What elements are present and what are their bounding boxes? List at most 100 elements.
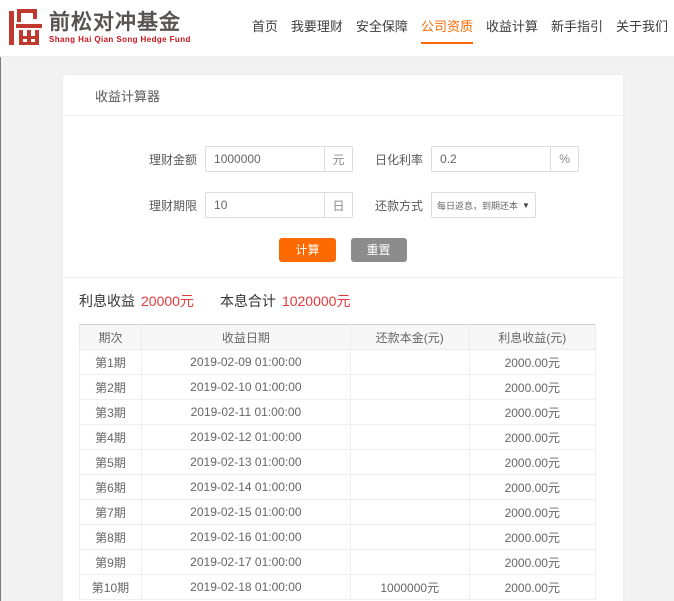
table-cell: 第10期 [79, 574, 142, 600]
table-row: 第7期 2019-02-15 01:00:00 2000.00元 [79, 499, 597, 525]
page-body: 收益计算器 理财金额 元 日化利率 % [0, 57, 674, 601]
table-cell: 2019-02-17 01:00:00 [140, 549, 351, 575]
schedule-table-body: 第1期 2019-02-09 01:00:00 2000.00元 第2期 2019-02… [79, 349, 597, 600]
header-principal: 还款本金(元) [349, 324, 470, 350]
table-cell: 2000.00元 [468, 549, 597, 575]
table-row: 第8期 2019-02-16 01:00:00 2000.00元 [79, 524, 597, 550]
table-cell [349, 349, 470, 375]
form-row-2: 理财期限 日 还款方式 每日返息，到期还本 ▼ [149, 192, 623, 218]
brand-title: 前松对冲基金 [49, 11, 181, 34]
nav-item-about-us[interactable]: 关于我们 [616, 16, 668, 44]
nav-item-home[interactable]: 首页 [252, 16, 278, 44]
table-cell: 2000.00元 [468, 574, 597, 600]
table-cell: 第8期 [79, 524, 142, 550]
table-row: 第1期 2019-02-09 01:00:00 2000.00元 [79, 349, 597, 375]
calculate-button[interactable]: 计算 [279, 238, 336, 262]
table-cell: 第2期 [79, 374, 142, 400]
reset-button[interactable]: 重置 [350, 238, 407, 262]
brand-seal-icon [9, 9, 42, 45]
table-cell: 2000.00元 [468, 449, 597, 475]
header-period: 期次 [79, 324, 142, 350]
table-row: 第10期 2019-02-18 01:00:00 1000000元 2000.00元 [79, 574, 597, 600]
table-row: 第6期 2019-02-14 01:00:00 2000.00元 [79, 474, 597, 500]
repay-method-select[interactable]: 每日返息，到期还本 ▼ [431, 192, 536, 218]
brand-logo[interactable]: 前松对冲基金 Shang Hai Qian Song Hedge Fund [8, 8, 191, 48]
site-header: 前松对冲基金 Shang Hai Qian Song Hedge Fund 首页… [0, 0, 674, 57]
amount-unit: 元 [324, 147, 353, 171]
table-row: 第5期 2019-02-13 01:00:00 2000.00元 [79, 449, 597, 475]
table-cell: 2019-02-09 01:00:00 [140, 349, 351, 375]
table-cell: 2000.00元 [468, 399, 597, 425]
total-label: 本息合计 [219, 293, 276, 309]
table-cell [349, 374, 470, 400]
table-cell: 第6期 [79, 474, 142, 500]
table-row: 第2期 2019-02-10 01:00:00 2000.00元 [79, 374, 597, 400]
period-unit: 日 [324, 193, 353, 217]
table-cell: 1000000元 [349, 574, 470, 600]
brand-text: 前松对冲基金 Shang Hai Qian Song Hedge Fund [49, 12, 191, 44]
nav-item-invest[interactable]: 我要理财 [291, 16, 343, 44]
period-field: 理财期限 日 [149, 192, 354, 218]
table-cell: 2019-02-10 01:00:00 [140, 374, 351, 400]
period-input[interactable] [206, 193, 325, 217]
table-cell: 2000.00元 [468, 424, 597, 450]
calculator-form: 理财金额 元 日化利率 % 理财期限 [63, 116, 623, 278]
table-row: 第9期 2019-02-17 01:00:00 2000.00元 [79, 549, 597, 575]
table-cell [349, 424, 470, 450]
table-cell: 2000.00元 [468, 349, 597, 375]
repayment-schedule-table: 期次 收益日期 还款本金(元) 利息收益(元) 第1期 2019-02-09 01… [79, 324, 597, 600]
interest-result: 利息收益 20000元 [79, 291, 194, 311]
header-date: 收益日期 [140, 324, 351, 350]
table-cell: 2000.00元 [468, 524, 597, 550]
calculator-panel: 收益计算器 理财金额 元 日化利率 % [63, 75, 623, 601]
interest-value: 20000元 [141, 293, 194, 309]
table-cell: 第4期 [79, 424, 142, 450]
nav-item-profit-calc[interactable]: 收益计算 [486, 16, 538, 44]
header-interest: 利息收益(元) [468, 324, 597, 350]
nav-item-security[interactable]: 安全保障 [356, 16, 408, 44]
table-cell [349, 524, 470, 550]
amount-label: 理财金额 [149, 152, 198, 167]
table-cell: 2019-02-11 01:00:00 [140, 399, 351, 425]
amount-field: 理财金额 元 [149, 146, 354, 172]
chevron-down-icon: ▼ [522, 200, 530, 210]
table-cell: 2000.00元 [468, 374, 597, 400]
table-cell [349, 549, 470, 575]
table-cell [349, 474, 470, 500]
brand-subtitle: Shang Hai Qian Song Hedge Fund [49, 35, 191, 44]
table-cell: 第3期 [79, 399, 142, 425]
amount-input[interactable] [206, 147, 325, 171]
table-row: 第3期 2019-02-11 01:00:00 2000.00元 [79, 399, 597, 425]
repay-label: 还款方式 [375, 198, 424, 213]
table-cell [349, 399, 470, 425]
table-cell: 第7期 [79, 499, 142, 525]
total-value: 1020000元 [281, 293, 351, 309]
total-result: 本息合计 1020000元 [220, 291, 351, 311]
table-cell: 第9期 [79, 549, 142, 575]
repay-field: 还款方式 每日返息，到期还本 ▼ [375, 192, 536, 218]
table-cell: 2019-02-12 01:00:00 [140, 424, 351, 450]
table-cell: 第1期 [79, 349, 142, 375]
table-cell [349, 499, 470, 525]
rate-input[interactable] [432, 147, 551, 171]
table-cell: 2019-02-13 01:00:00 [140, 449, 351, 475]
rate-field: 日化利率 % [375, 146, 580, 172]
table-cell: 2000.00元 [468, 474, 597, 500]
table-cell: 2019-02-14 01:00:00 [140, 474, 351, 500]
rate-unit: % [550, 147, 579, 171]
table-header-row: 期次 收益日期 还款本金(元) 利息收益(元) [79, 324, 597, 350]
table-cell: 第5期 [79, 449, 142, 475]
period-label: 理财期限 [149, 198, 198, 213]
results-summary: 利息收益 20000元 本息合计 1020000元 [63, 278, 623, 322]
button-row: 计算 重置 [63, 238, 623, 262]
interest-label: 利息收益 [79, 293, 135, 309]
repay-method-value: 每日返息，到期还本 [437, 200, 519, 211]
table-cell: 2019-02-18 01:00:00 [140, 574, 351, 600]
main-nav: 首页 我要理财 安全保障 公司资质 收益计算 新手指引 关于我们 [252, 12, 668, 44]
form-row-1: 理财金额 元 日化利率 % [149, 146, 623, 172]
table-cell [349, 449, 470, 475]
nav-item-company-qualification[interactable]: 公司资质 [420, 16, 473, 44]
table-cell: 2019-02-16 01:00:00 [140, 524, 351, 550]
table-cell: 2000.00元 [468, 499, 597, 525]
nav-item-beginner-guide[interactable]: 新手指引 [551, 16, 603, 44]
